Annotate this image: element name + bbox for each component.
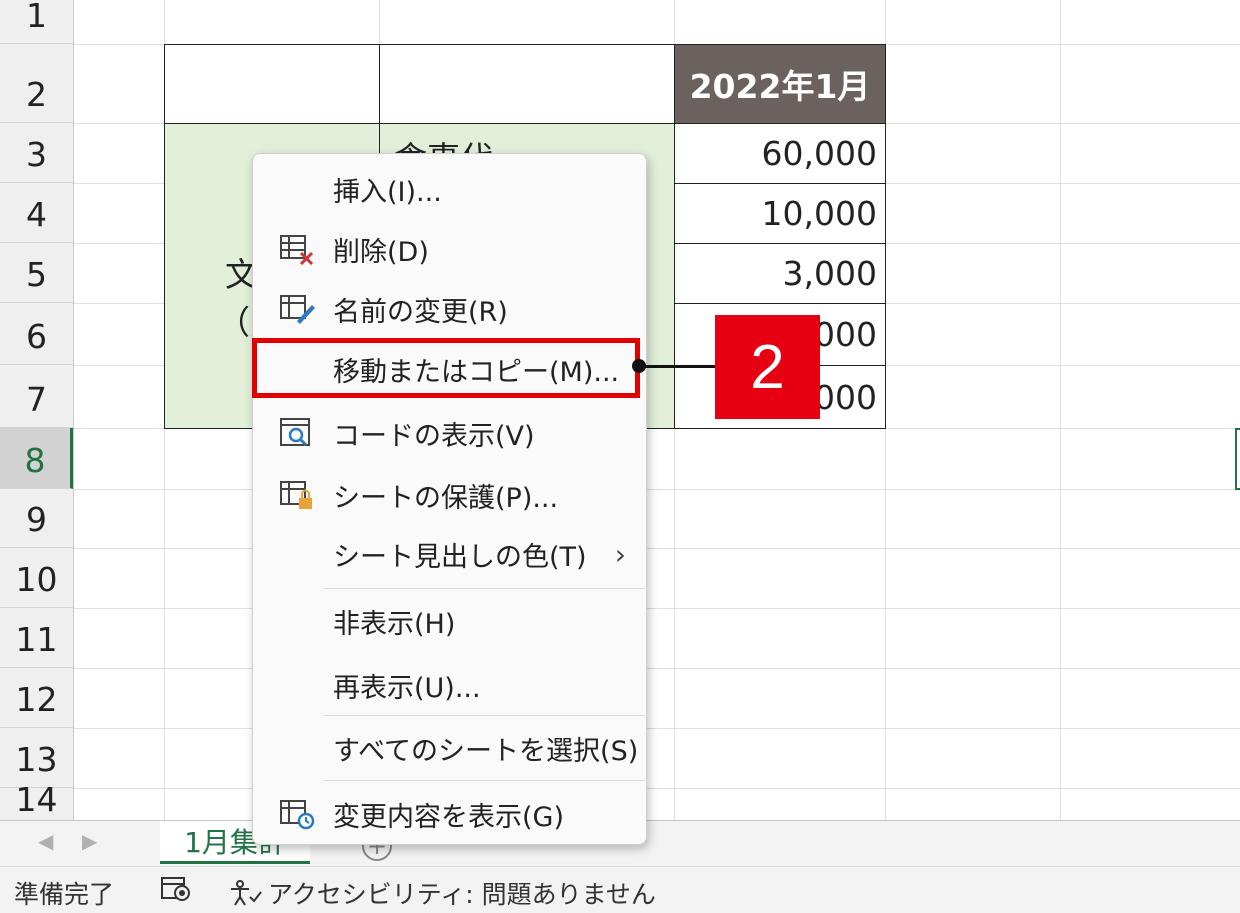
step-number-badge: 2 bbox=[715, 315, 820, 419]
row-number[interactable]: 3 bbox=[0, 123, 73, 183]
rename-sheet-icon bbox=[279, 293, 315, 325]
menu-item-unhide[interactable]: 再表示(U)... bbox=[253, 657, 646, 713]
row-number[interactable]: 13 bbox=[0, 728, 73, 788]
gridline bbox=[73, 728, 1240, 729]
menu-separator bbox=[323, 780, 645, 781]
row-number[interactable]: 11 bbox=[0, 608, 73, 668]
accessibility-status[interactable]: アクセシビリティ: 問題ありません bbox=[228, 875, 656, 911]
menu-item-view-code[interactable]: コードの表示(V) bbox=[253, 405, 646, 461]
menu-item-tab-color[interactable]: シート見出しの色(T) › bbox=[253, 526, 646, 582]
menu-item-delete[interactable]: 削除(D) bbox=[253, 221, 646, 277]
menu-separator bbox=[323, 715, 645, 716]
gridline bbox=[73, 489, 1240, 490]
row-number-selected[interactable]: 8 bbox=[0, 428, 73, 489]
row-number[interactable]: 10 bbox=[0, 548, 73, 608]
gridline bbox=[73, 548, 1240, 549]
gridline bbox=[73, 668, 1240, 669]
callout-connector bbox=[640, 365, 720, 368]
prev-sheet-icon[interactable]: ◀ bbox=[38, 829, 53, 853]
menu-item-rename[interactable]: 名前の変更(R) bbox=[253, 281, 646, 337]
menu-item-label: すべてのシートを選択(S) bbox=[333, 735, 639, 767]
macro-record-icon[interactable] bbox=[160, 875, 192, 903]
row-number[interactable]: 7 bbox=[0, 365, 73, 428]
menu-item-protect-sheet[interactable]: シートの保護(P)... bbox=[253, 467, 646, 523]
delete-sheet-icon bbox=[279, 233, 315, 266]
menu-item-label: 削除(D) bbox=[333, 236, 429, 268]
value-cell[interactable]: 3,000 bbox=[674, 243, 886, 304]
month-header-cell[interactable]: 2022年1月 bbox=[674, 44, 886, 124]
show-changes-icon bbox=[279, 798, 315, 830]
value-cell[interactable]: 60,000 bbox=[674, 123, 886, 184]
callout-dot bbox=[632, 359, 646, 373]
menu-item-label: 名前の変更(R) bbox=[333, 296, 508, 328]
status-bar: 準備完了 アクセシビリティ: 問題ありません bbox=[0, 866, 1240, 913]
value-cell[interactable]: 10,000 bbox=[674, 183, 886, 244]
menu-item-label: 挿入(I)... bbox=[333, 176, 442, 208]
row-header: 1 2 3 4 5 6 7 8 9 10 11 12 13 14 bbox=[0, 0, 74, 820]
row-number[interactable]: 2 bbox=[0, 44, 73, 123]
row-number[interactable]: 1 bbox=[0, 0, 73, 44]
chevron-right-icon: › bbox=[614, 537, 626, 571]
row-number[interactable]: 12 bbox=[0, 668, 73, 728]
menu-item-label: コードの表示(V) bbox=[333, 420, 535, 452]
accessibility-icon bbox=[231, 880, 262, 906]
menu-item-hide[interactable]: 非表示(H) bbox=[253, 593, 646, 649]
row-number[interactable]: 4 bbox=[0, 183, 73, 243]
gridline bbox=[73, 608, 1240, 609]
menu-item-insert[interactable]: 挿入(I)... bbox=[253, 161, 646, 217]
menu-item-label: シート見出しの色(T) bbox=[333, 541, 587, 573]
menu-item-label: 再表示(U)... bbox=[333, 672, 481, 704]
menu-item-label: 変更内容を表示(G) bbox=[333, 801, 564, 833]
gridline bbox=[73, 788, 1240, 789]
active-cell-border bbox=[1235, 428, 1240, 490]
table-corner-cell[interactable] bbox=[164, 44, 380, 124]
menu-item-label: 非表示(H) bbox=[333, 608, 456, 640]
row-number[interactable]: 14 bbox=[0, 780, 73, 820]
ready-status: 準備完了 bbox=[14, 880, 115, 909]
view-code-icon bbox=[279, 417, 315, 449]
menu-separator bbox=[323, 588, 645, 589]
row-number[interactable]: 9 bbox=[0, 489, 73, 548]
row-number[interactable]: 6 bbox=[0, 303, 73, 365]
highlight-box bbox=[252, 338, 640, 398]
menu-item-label: シートの保護(P)... bbox=[333, 482, 559, 514]
protect-sheet-icon bbox=[279, 479, 315, 511]
menu-item-show-changes[interactable]: 変更内容を表示(G) bbox=[253, 786, 646, 842]
row-number[interactable]: 5 bbox=[0, 243, 73, 303]
table-header-cell[interactable] bbox=[379, 44, 675, 124]
sheet-context-menu: 挿入(I)... 削除(D) 名前の変更(R) 移動またはコピー(M)... コ… bbox=[252, 153, 647, 845]
accessibility-text: アクセシビリティ: 問題ありません bbox=[268, 880, 656, 909]
menu-item-select-all-sheets[interactable]: すべてのシートを選択(S) bbox=[253, 720, 646, 776]
next-sheet-icon[interactable]: ▶ bbox=[82, 829, 97, 853]
